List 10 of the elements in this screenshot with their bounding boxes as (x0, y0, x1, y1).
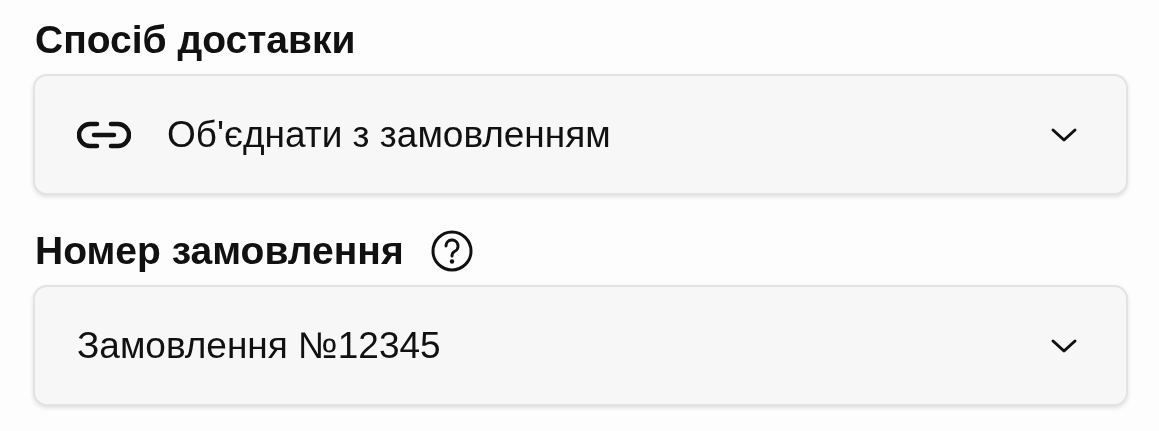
field-label: Номер замовлення (35, 229, 404, 273)
help-icon[interactable] (429, 229, 474, 273)
chevron-down-icon (1050, 337, 1078, 354)
link-icon (77, 119, 131, 150)
select-field[interactable]: Замовлення №12345 (33, 285, 1128, 406)
chevron-down-icon (1050, 126, 1078, 143)
field-label: Спосіб доставки (35, 18, 356, 62)
select-value: Об'єднати з замовленням (167, 113, 612, 156)
select-value: Замовлення №12345 (77, 324, 442, 367)
select-field[interactable]: Об'єднати з замовленням (33, 74, 1128, 195)
